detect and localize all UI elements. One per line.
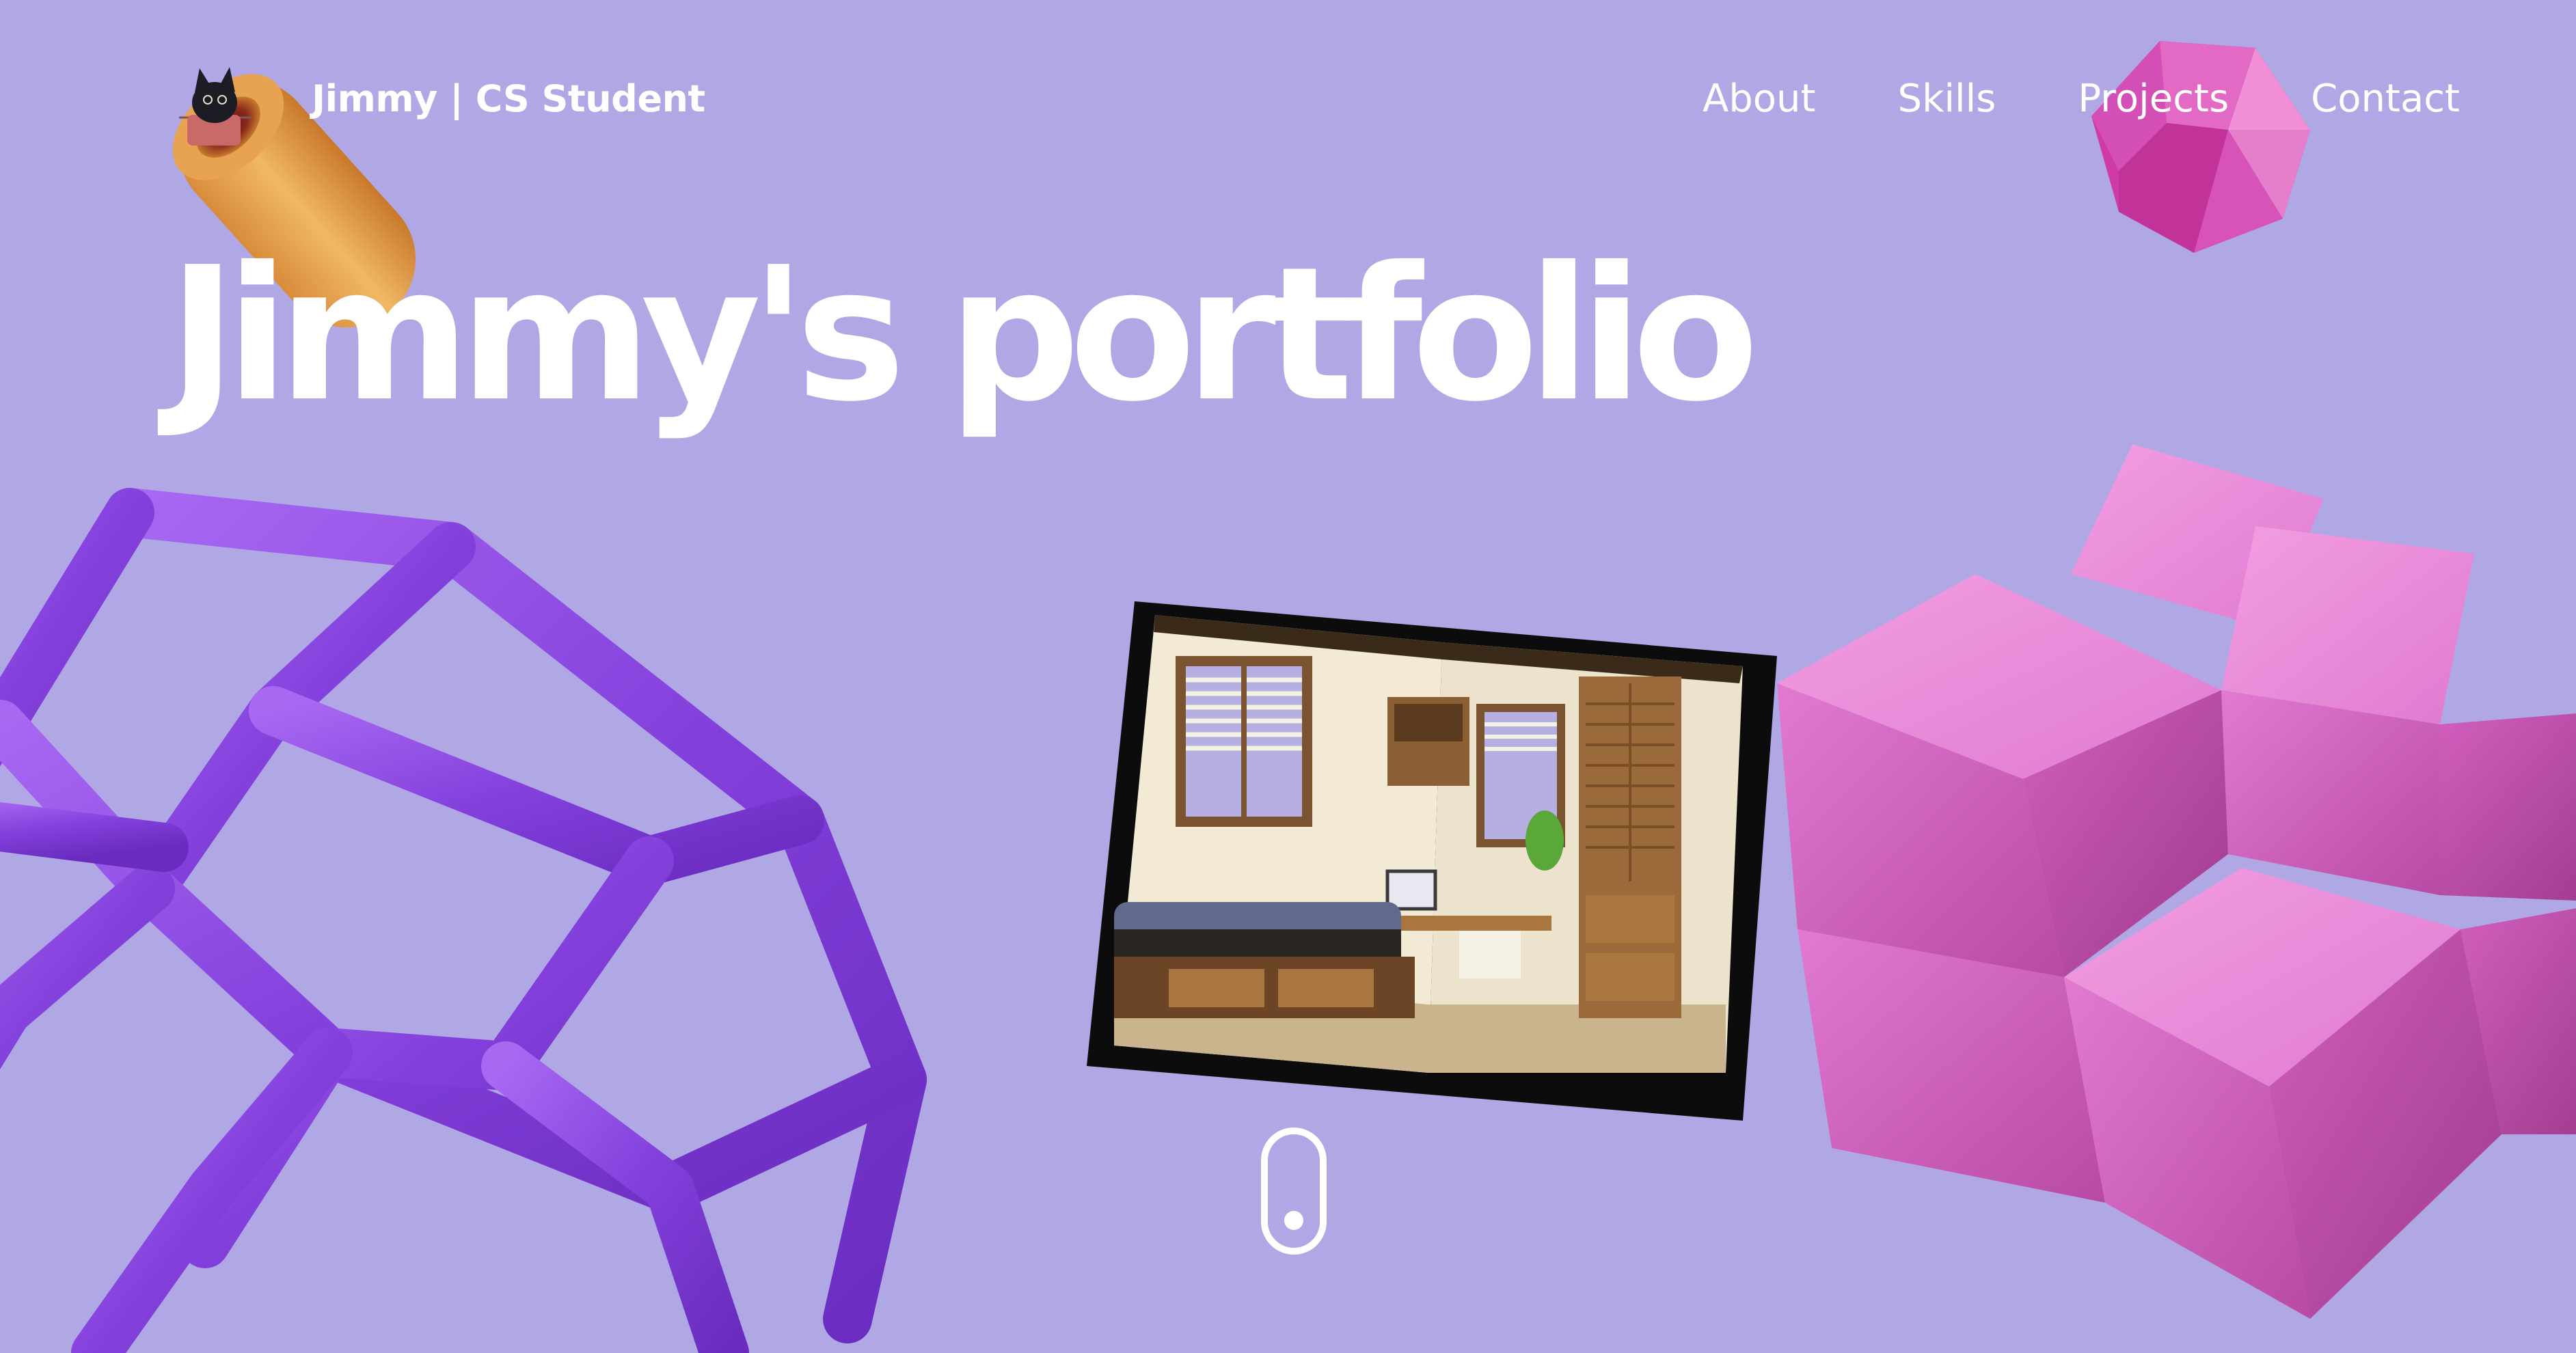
nav-about-link[interactable]: About bbox=[1703, 68, 1816, 130]
room-scene-image[interactable] bbox=[1087, 594, 1784, 1121]
site-brand[interactable]: Jimmy | CS Student bbox=[312, 68, 705, 130]
pink-cube-cluster-shape bbox=[1777, 444, 2576, 1319]
cat-in-box-icon[interactable] bbox=[172, 55, 258, 147]
scroll-dot bbox=[1284, 1211, 1303, 1230]
nav-projects-link[interactable]: Projects bbox=[2078, 68, 2229, 130]
brand-name: Jimmy bbox=[312, 77, 437, 120]
magenta-polyhedron-shape bbox=[2091, 41, 2310, 253]
brand-separator: | bbox=[450, 77, 463, 120]
mouse-scroll-icon[interactable] bbox=[1261, 1128, 1327, 1255]
nav-skills-link[interactable]: Skills bbox=[1898, 68, 1996, 130]
purple-wireframe-cage-shape bbox=[0, 488, 927, 1353]
main-nav: About Skills Projects Contact bbox=[1703, 68, 2460, 130]
hero-title: Jimmy's portfolio bbox=[168, 227, 1759, 442]
brand-tagline: CS Student bbox=[475, 77, 706, 120]
nav-contact-link[interactable]: Contact bbox=[2311, 68, 2460, 130]
